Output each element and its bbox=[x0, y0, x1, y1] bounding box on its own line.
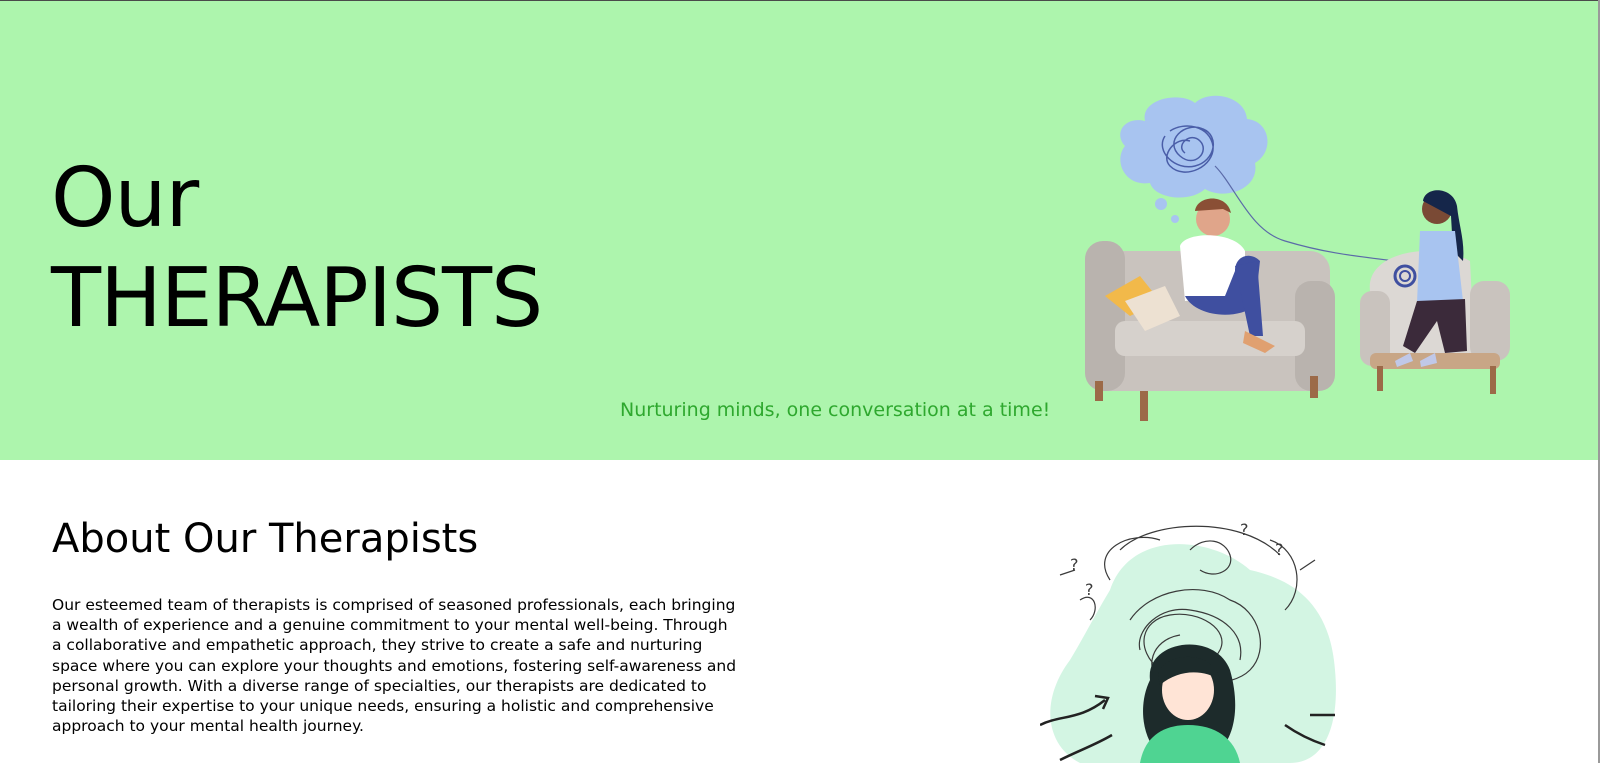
svg-text:?: ? bbox=[1275, 540, 1284, 559]
hero-title-line-1: Our bbox=[51, 151, 199, 246]
about-section-body: Our esteemed team of therapists is compr… bbox=[52, 596, 737, 736]
about-section-title: About Our Therapists bbox=[52, 516, 479, 562]
hero-banner: Our THERAPISTS Nurturing minds, one conv… bbox=[0, 1, 1598, 460]
anxious-woman-illustration: ? ? ? ? bbox=[1040, 520, 1336, 763]
hero-title: Our THERAPISTS bbox=[51, 149, 543, 349]
hero-title-line-2: THERAPISTS bbox=[51, 251, 543, 346]
woman-figure-icon bbox=[1140, 644, 1240, 763]
svg-text:?: ? bbox=[1085, 580, 1094, 599]
svg-text:?: ? bbox=[1070, 555, 1079, 574]
thought-cloud-icon bbox=[1120, 95, 1396, 262]
hero-tagline: Nurturing minds, one conversation at a t… bbox=[620, 399, 1051, 421]
svg-text:?: ? bbox=[1240, 520, 1249, 539]
therapy-session-illustration bbox=[1085, 95, 1510, 421]
page: Our THERAPISTS Nurturing minds, one conv… bbox=[0, 0, 1600, 763]
